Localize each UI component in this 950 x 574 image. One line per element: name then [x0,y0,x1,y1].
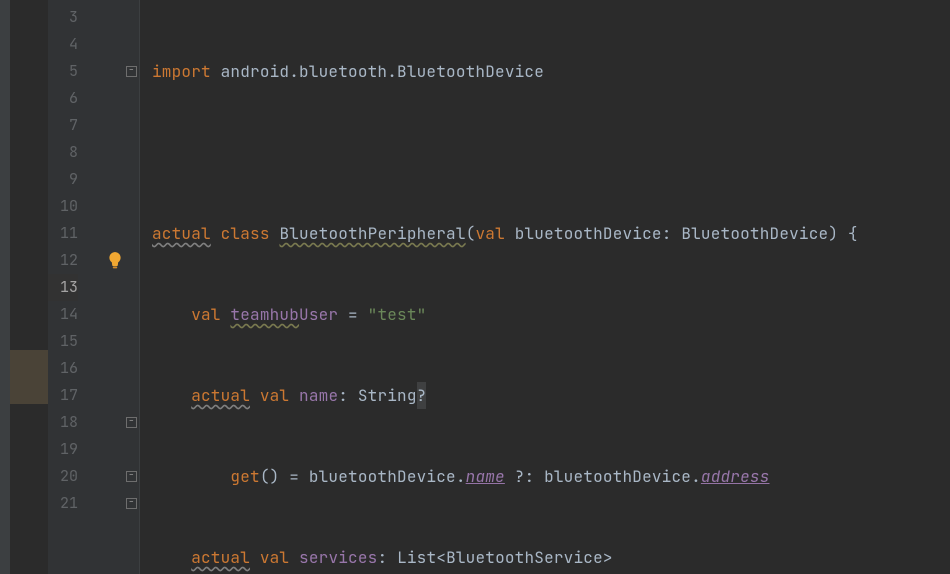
keyword-get: get [230,466,259,487]
line-number: 19 [48,436,78,463]
code-line[interactable]: actual val name: String? [140,382,950,409]
property-ref: address [701,466,770,487]
property-name: services [299,547,377,568]
keyword-actual: actual [191,547,250,568]
keyword-val: val [191,304,220,325]
code-line[interactable]: import android.bluetooth.BluetoothDevice [140,58,950,85]
keyword-val: val [260,385,289,406]
fold-toggle-icon[interactable] [126,471,137,482]
line-number: 9 [48,166,78,193]
string-literal: "test" [368,304,427,325]
gutter-icon-column [90,0,140,574]
line-number: 12 [48,247,78,274]
keyword-val: val [475,223,504,244]
keyword-val: val [260,547,289,568]
property-ref: name [466,466,505,487]
code-editor[interactable]: 3 4 5 6 7 8 9 10 11 12 13 14 15 16 17 18… [0,0,950,574]
line-number: 18 [48,409,78,436]
class-name: BluetoothPeripheral [279,223,465,244]
receiver: bluetoothDevice [544,466,691,487]
keyword-import: import [152,61,211,82]
intention-bulb-icon[interactable] [106,251,124,269]
fold-toggle-icon[interactable] [126,66,137,77]
line-number: 13 [48,274,78,301]
type-name: List<BluetoothService> [397,547,613,568]
receiver: bluetoothDevice [309,466,456,487]
code-line[interactable]: val teamhubUser = "test" [140,301,950,328]
package-path: android.bluetooth.BluetoothDevice [221,61,544,82]
parameter-name: bluetoothDevice [515,223,662,244]
code-line[interactable] [140,139,950,166]
line-number: 11 [48,220,78,247]
editor-frame-edge [0,0,10,574]
change-marker [10,350,48,404]
fold-toggle-icon[interactable] [126,498,137,509]
caret-cell: ? [417,382,427,409]
line-number: 4 [48,31,78,58]
property-name: teamhub [230,304,299,325]
keyword-class: class [221,223,270,244]
parameter-type: BluetoothDevice [681,223,828,244]
left-marker-bar [10,0,48,574]
line-number: 14 [48,301,78,328]
keyword-actual: actual [152,223,211,244]
line-number: 16 [48,355,78,382]
code-line[interactable]: get() = bluetoothDevice.name ?: bluetoot… [140,463,950,490]
line-number: 5 [48,58,78,85]
code-text-area[interactable]: import android.bluetooth.BluetoothDevice… [140,0,950,574]
line-number: 10 [48,193,78,220]
property-name: name [299,385,338,406]
line-number: 6 [48,85,78,112]
line-number: 15 [48,328,78,355]
code-line[interactable]: actual class BluetoothPeripheral(val blu… [140,220,950,247]
line-number: 20 [48,463,78,490]
line-number: 8 [48,139,78,166]
fold-toggle-icon[interactable] [126,417,137,428]
code-line[interactable]: actual val services: List<BluetoothServi… [140,544,950,571]
keyword-actual: actual [191,385,250,406]
line-number: 7 [48,112,78,139]
line-number: 21 [48,490,78,517]
type-name: String [358,385,417,406]
line-number: 3 [48,4,78,31]
line-number-gutter: 3 4 5 6 7 8 9 10 11 12 13 14 15 16 17 18… [48,0,90,574]
line-number: 17 [48,382,78,409]
